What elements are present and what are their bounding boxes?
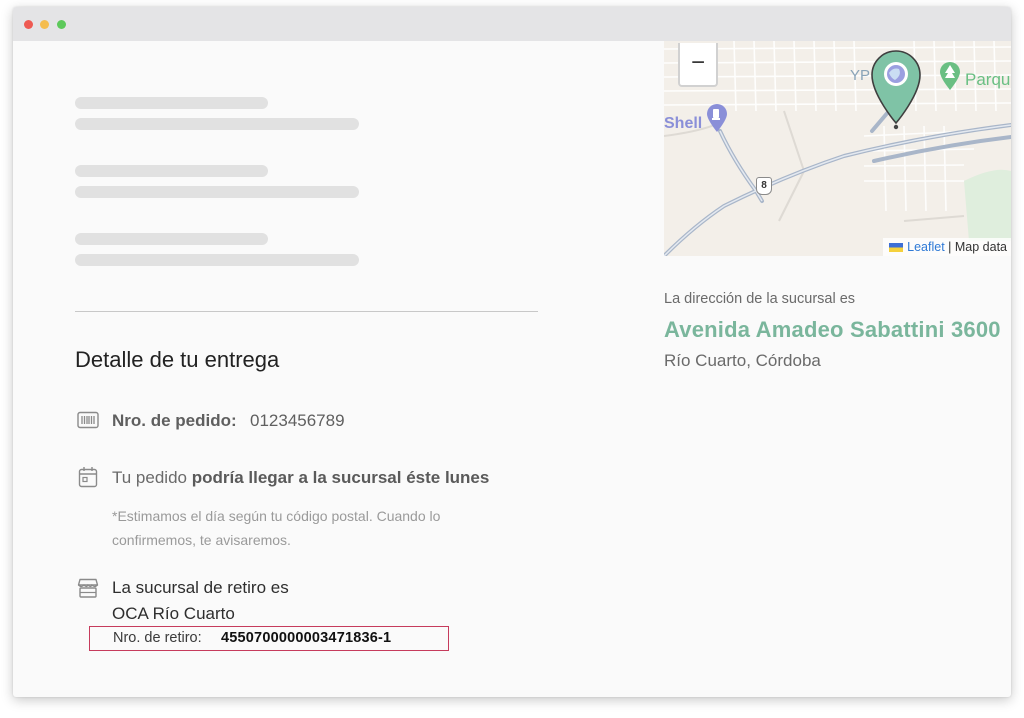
browser-window: Detalle de tu entrega Nro. de pedido: 01… (13, 7, 1011, 697)
map-pin-icon[interactable] (869, 45, 923, 136)
skeleton-line-long (75, 118, 359, 130)
maximize-window-button[interactable] (57, 20, 66, 29)
zoom-out-button[interactable]: − (678, 43, 718, 87)
map-label-ypf: YP (850, 67, 871, 84)
map-attribution: Leaflet | Map data (883, 238, 1011, 256)
skeleton-line-short (75, 165, 268, 177)
attribution-separator: | (944, 240, 955, 254)
arrival-prefix: Tu pedido (112, 468, 192, 487)
leaflet-link[interactable]: Leaflet (907, 240, 945, 254)
order-number-value: 0123456789 (250, 411, 345, 430)
calendar-icon (78, 466, 98, 493)
estimated-arrival-text: Tu pedido podría llegar a la sucursal és… (112, 468, 489, 488)
branch-address-label: La dirección de la sucursal es (664, 291, 856, 307)
map-label-shell: Shell (664, 115, 703, 132)
skeleton-line-short (75, 233, 268, 245)
branch-map[interactable]: Shell 8 YP Parqu − Leaflet | Map data (664, 41, 1011, 256)
window-titlebar (13, 7, 1011, 41)
ukraine-flag-icon (889, 243, 904, 252)
park-icon[interactable] (938, 61, 962, 96)
arrival-note: *Estimamos el día según tu código postal… (112, 508, 441, 548)
skeleton-line-short (75, 97, 268, 109)
order-number-label: Nro. de pedido: (112, 411, 237, 430)
map-label-park: Parqu (965, 70, 1011, 89)
pickup-branch-name: OCA Río Cuarto (112, 604, 235, 623)
branch-address: Avenida Amadeo Sabattini 3600 (664, 317, 1001, 342)
branch-city: Río Cuarto, Córdoba (664, 351, 821, 370)
store-icon (77, 577, 99, 604)
attribution-text: Map data (954, 240, 1007, 254)
pickup-number-value: 4550700000003471836-1 (221, 630, 392, 646)
section-divider (75, 311, 538, 312)
skeleton-line-long (75, 254, 359, 266)
skeleton-line-long (75, 186, 359, 198)
close-window-button[interactable] (24, 20, 33, 29)
minimize-window-button[interactable] (40, 20, 49, 29)
delivery-heading: Detalle de tu entrega (75, 347, 280, 372)
pickup-branch-label: La sucursal de retiro es (112, 578, 289, 597)
fuel-station-icon[interactable] (705, 103, 729, 138)
arrival-day: podría llegar a la sucursal éste lunes (191, 468, 490, 487)
barcode-icon (77, 411, 99, 434)
route-shield: 8 (756, 177, 772, 195)
pickup-number-label: Nro. de retiro: (113, 630, 202, 646)
